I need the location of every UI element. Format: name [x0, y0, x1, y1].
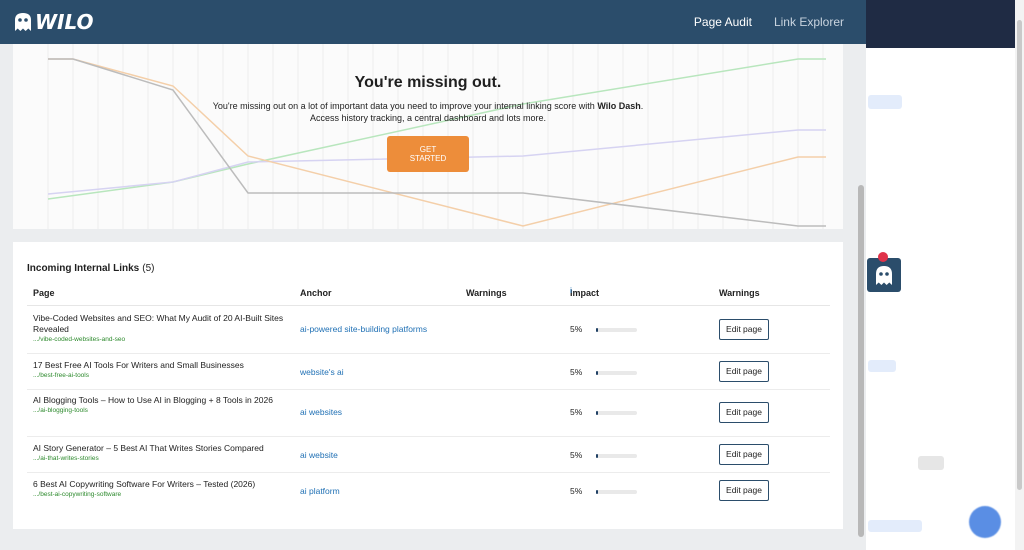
info-icon[interactable]: i [570, 288, 572, 295]
row-page-title[interactable]: AI Story Generator – 5 Best AI That Writ… [33, 443, 264, 453]
history-chart-upsell-card: You're missing out. You're missing out o… [13, 44, 843, 229]
row-page-title[interactable]: Vibe-Coded Websites and SEO: What My Aud… [33, 313, 283, 334]
edit-page-button[interactable]: Edit page [719, 480, 769, 501]
impact-bar-fill [596, 411, 599, 415]
row-impact-value: 5% [570, 450, 583, 460]
main-nav: Page Audit Link Explorer [694, 0, 844, 44]
row-page-slug[interactable]: .../best-ai-copywriting-software [33, 490, 295, 500]
row-page-cell: AI Blogging Tools – How to Use AI in Blo… [33, 395, 295, 416]
edit-page-button[interactable]: Edit page [719, 402, 769, 423]
row-page-slug[interactable]: .../best-free-ai-tools [33, 371, 295, 381]
row-impact-bar [596, 490, 637, 494]
row-impact-bar [596, 328, 637, 332]
upsell-title: You're missing out. [354, 74, 502, 91]
incoming-links-heading: Incoming Internal Links [27, 263, 140, 274]
background-blurred-element [868, 520, 922, 532]
incoming-links-card: Incoming Internal Links (5) Page Anchor W… [13, 242, 843, 529]
row-page-title[interactable]: 6 Best AI Copywriting Software For Write… [33, 479, 255, 489]
row-impact-bar [596, 454, 637, 458]
row-anchor-link[interactable]: website's ai [300, 367, 344, 377]
row-page-title[interactable]: AI Blogging Tools – How to Use AI in Blo… [33, 395, 273, 405]
column-header-page: Page [33, 288, 55, 298]
column-header-warnings: Warnings [466, 288, 507, 298]
table-row: AI Story Generator – 5 Best AI That Writ… [27, 437, 830, 473]
get-started-button[interactable]: GET STARTED [387, 136, 469, 172]
panel-scrollbar-thumb[interactable] [858, 185, 864, 537]
browser-scrollbar-thumb[interactable] [1017, 20, 1022, 490]
row-page-slug[interactable]: .../ai-blogging-tools [33, 406, 295, 416]
logo-wordmark: WILO [35, 10, 94, 34]
upsell-brand: Wilo Dash [597, 101, 641, 111]
row-page-cell: AI Story Generator – 5 Best AI That Writ… [33, 443, 295, 464]
row-impact-value: 5% [570, 486, 583, 496]
row-anchor-link[interactable]: ai websites [300, 407, 342, 417]
edit-page-button[interactable]: Edit page [719, 444, 769, 465]
row-impact-value: 5% [570, 367, 583, 377]
ghost-logo-icon [15, 13, 31, 31]
impact-bar-fill [596, 490, 599, 494]
background-blurred-element [868, 95, 902, 109]
upsell-description: You're missing out on a lot of important… [13, 100, 843, 124]
row-page-slug[interactable]: .../ai-that-writes-stories [33, 454, 295, 464]
impact-label: Impact [570, 288, 600, 298]
impact-bar-fill [596, 454, 599, 458]
row-page-cell: Vibe-Coded Websites and SEO: What My Aud… [33, 313, 295, 345]
top-navigation-bar: WILO Page Audit Link Explorer [0, 0, 866, 44]
impact-bar-fill [596, 328, 599, 332]
incoming-links-count: (5) [142, 263, 155, 274]
row-page-cell: 17 Best Free AI Tools For Writers and Sm… [33, 360, 295, 381]
row-page-cell: 6 Best AI Copywriting Software For Write… [33, 479, 295, 500]
chat-widget-button[interactable] [969, 506, 1001, 538]
browser-scrollbar[interactable] [1015, 0, 1024, 550]
upsell-text-line2: Access history tracking, a central dashb… [309, 113, 547, 123]
notification-dot [878, 252, 888, 262]
row-anchor-link[interactable]: ai platform [300, 486, 340, 496]
row-impact-bar [596, 371, 637, 375]
table-row: 6 Best AI Copywriting Software For Write… [27, 473, 830, 509]
edit-page-button[interactable]: Edit page [719, 361, 769, 382]
upsell-text-suffix: . [640, 101, 644, 111]
upsell-message: You're missing out. You're missing out o… [13, 74, 843, 172]
upsell-text-prefix: You're missing out on a lot of important… [212, 101, 598, 111]
incoming-links-title: Incoming Internal Links (5) [27, 263, 154, 274]
background-page-header [866, 0, 1015, 48]
impact-bar-fill [596, 371, 599, 375]
wilo-ghost-icon [876, 266, 892, 285]
background-blurred-element [918, 456, 944, 470]
column-header-actions: Warnings [719, 288, 760, 298]
wilo-panel: WILO Page Audit Link Explorer You're mis… [0, 0, 866, 550]
table-row: Vibe-Coded Websites and SEO: What My Aud… [27, 307, 830, 354]
row-impact-value: 5% [570, 407, 583, 417]
row-impact-value: 5% [570, 324, 583, 334]
row-anchor-link[interactable]: ai-powered site-building platforms [300, 324, 427, 334]
row-anchor-link[interactable]: ai website [300, 450, 338, 460]
links-table-header: Page Anchor Warnings Impact i Warnings [27, 288, 830, 306]
row-page-slug[interactable]: .../vibe-coded-websites-and-seo [33, 335, 295, 345]
nav-page-audit[interactable]: Page Audit [694, 15, 752, 29]
row-impact-bar [596, 411, 637, 415]
wilo-logo[interactable]: WILO [12, 10, 94, 34]
wilo-floating-button[interactable] [867, 258, 901, 292]
nav-link-explorer[interactable]: Link Explorer [774, 15, 844, 29]
table-row: AI Blogging Tools – How to Use AI in Blo… [27, 390, 830, 437]
background-blurred-element [868, 360, 896, 372]
column-header-anchor: Anchor [300, 288, 332, 298]
row-page-title[interactable]: 17 Best Free AI Tools For Writers and Sm… [33, 360, 244, 370]
table-row: 17 Best Free AI Tools For Writers and Sm… [27, 354, 830, 390]
edit-page-button[interactable]: Edit page [719, 319, 769, 340]
